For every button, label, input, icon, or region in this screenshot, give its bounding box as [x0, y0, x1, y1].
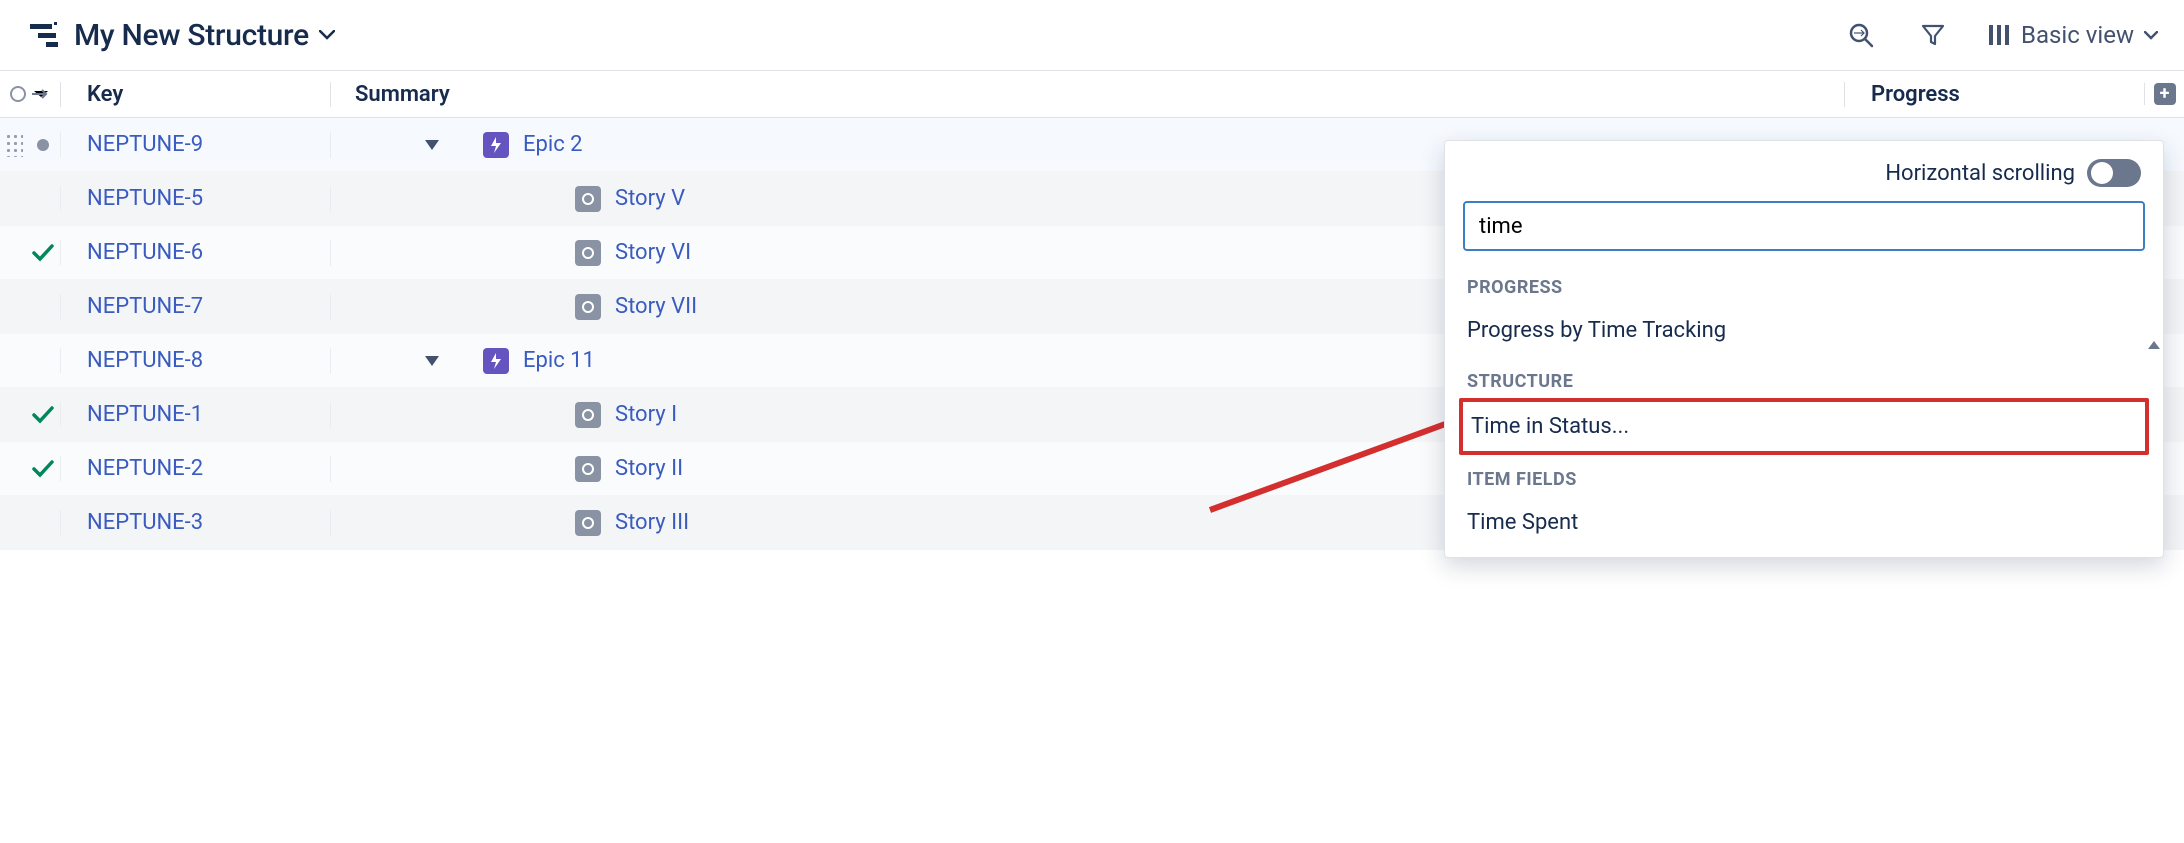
issue-summary-text: Story V	[615, 186, 685, 211]
issue-summary-text: Story VII	[615, 294, 697, 319]
issue-summary-text: Story III	[615, 510, 689, 535]
row-gutter	[0, 295, 60, 319]
chevron-down-icon	[2144, 31, 2158, 40]
column-option[interactable]: Time Spent	[1445, 496, 2163, 549]
status-none	[31, 187, 55, 211]
expand-all-icon[interactable]	[32, 82, 50, 107]
row-gutter	[0, 457, 60, 481]
issue-key[interactable]: NEPTUNE-3	[60, 510, 330, 535]
status-done-icon	[31, 403, 55, 427]
add-column-popover: Horizontal scrolling PROGRESSProgress by…	[1444, 140, 2164, 558]
row-gutter	[0, 187, 60, 211]
column-group-label: ITEM FIELDS	[1445, 455, 2163, 496]
horizontal-scroll-label: Horizontal scrolling	[1885, 161, 2075, 186]
column-header-progress[interactable]: Progress	[1844, 82, 2144, 107]
status-dot-icon	[31, 133, 55, 157]
status-done-icon	[31, 457, 55, 481]
epic-type-icon	[483, 132, 509, 158]
issue-key[interactable]: NEPTUNE-2	[60, 456, 330, 481]
status-none	[31, 295, 55, 319]
chevron-down-icon	[319, 30, 335, 40]
issue-key[interactable]: NEPTUNE-8	[60, 348, 330, 373]
column-header-row: Key Summary Progress +	[0, 70, 2184, 118]
column-search-field[interactable]	[1463, 201, 2145, 251]
row-gutter	[0, 241, 60, 265]
row-gutter	[0, 133, 60, 157]
plus-icon: +	[2154, 83, 2176, 105]
status-done-icon	[31, 241, 55, 265]
issue-key[interactable]: NEPTUNE-7	[60, 294, 330, 319]
row-gutter	[0, 511, 60, 535]
issue-key[interactable]: NEPTUNE-5	[60, 186, 330, 211]
issue-summary-text: Story I	[615, 402, 677, 427]
story-type-icon	[575, 294, 601, 320]
epic-type-icon	[483, 348, 509, 374]
story-type-icon	[575, 510, 601, 536]
issue-key[interactable]: NEPTUNE-6	[60, 240, 330, 265]
columns-icon	[1987, 23, 2011, 47]
scroll-up-icon	[2148, 341, 2160, 349]
issue-summary-text: Story VI	[615, 240, 691, 265]
column-option[interactable]: Progress by Time Tracking	[1445, 304, 2163, 357]
add-column-button[interactable]: +	[2144, 83, 2184, 105]
structure-logo-icon	[30, 22, 60, 48]
column-group-label: STRUCTURE	[1445, 357, 2163, 398]
issue-key[interactable]: NEPTUNE-9	[60, 132, 330, 157]
story-type-icon	[575, 240, 601, 266]
horizontal-scroll-toggle[interactable]	[2087, 159, 2141, 187]
row-gutter	[0, 403, 60, 427]
column-group-label: PROGRESS	[1445, 263, 2163, 304]
issue-summary-text: Story II	[615, 456, 683, 481]
expand-toggle-icon[interactable]	[425, 140, 439, 150]
filter-icon	[1921, 23, 1945, 47]
view-picker[interactable]: Basic view	[1987, 21, 2158, 49]
status-none	[31, 511, 55, 535]
search-icon	[1848, 22, 1874, 48]
select-all-icon[interactable]	[10, 86, 26, 102]
popover-scrollbar[interactable]	[2147, 341, 2161, 561]
column-header-key[interactable]: Key	[60, 82, 330, 107]
status-none	[31, 349, 55, 373]
column-search-input[interactable]	[1479, 214, 2129, 239]
row-handle-header	[0, 82, 60, 107]
filter-button[interactable]	[1915, 17, 1951, 53]
issue-summary-text: Epic 11	[523, 348, 595, 373]
story-type-icon	[575, 402, 601, 428]
drag-handle-icon[interactable]	[5, 133, 23, 157]
expand-toggle-icon[interactable]	[425, 356, 439, 366]
column-option[interactable]: Time in Status...	[1459, 398, 2149, 455]
top-toolbar: My New Structure Basi	[0, 0, 2184, 70]
structure-title-text: My New Structure	[74, 18, 309, 53]
search-button[interactable]	[1843, 17, 1879, 53]
story-type-icon	[575, 456, 601, 482]
row-gutter	[0, 349, 60, 373]
column-header-summary[interactable]: Summary	[330, 82, 1844, 107]
issue-key[interactable]: NEPTUNE-1	[60, 402, 330, 427]
issue-summary-text: Epic 2	[523, 132, 583, 157]
story-type-icon	[575, 186, 601, 212]
structure-title-dropdown[interactable]: My New Structure	[74, 18, 335, 53]
view-picker-label: Basic view	[2021, 21, 2134, 49]
